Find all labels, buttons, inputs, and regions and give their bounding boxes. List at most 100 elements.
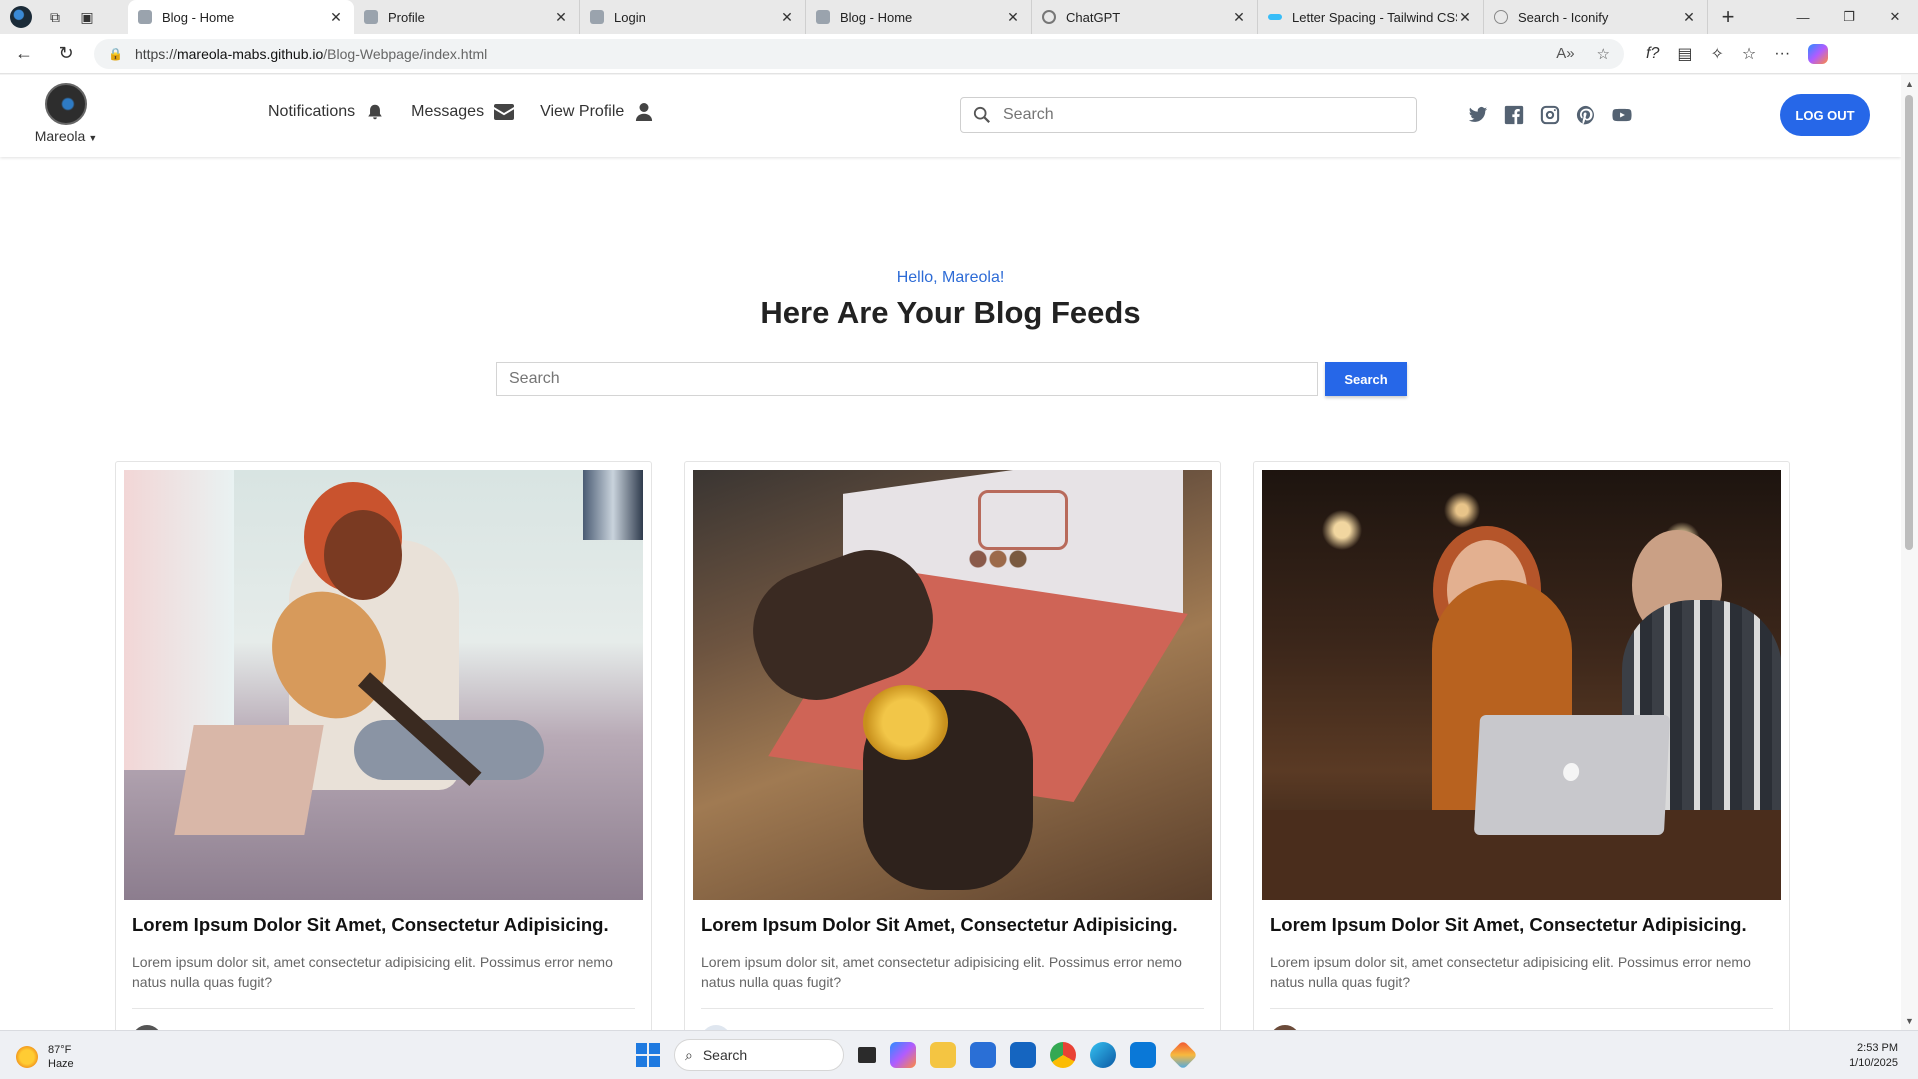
reload-icon[interactable]: ↻	[48, 36, 84, 72]
search-icon: ⌕	[685, 1046, 693, 1063]
browser-tab[interactable]: Login ✕	[580, 0, 806, 34]
browser-tab-strip: ⧉ ▣ Blog - Home ✕ Profile ✕ Login ✕ Blog…	[0, 0, 1918, 34]
address-bar-actions: A» ☆	[1556, 45, 1610, 63]
close-icon[interactable]: ✕	[779, 9, 795, 26]
blog-card-image[interactable]	[1262, 470, 1781, 900]
blog-card-title[interactable]: Lorem Ipsum Dolor Sit Amet, Consectetur …	[701, 914, 1204, 936]
os-taskbar: 87°F Haze ⌕ Search 2:53 PM 1/10/2025	[0, 1030, 1918, 1079]
weather-widget[interactable]: 87°F Haze	[16, 1043, 74, 1071]
pinterest-icon[interactable]	[1576, 105, 1596, 125]
scrollbar-thumb[interactable]	[1905, 95, 1913, 550]
favorite-star-icon[interactable]: ☆	[1597, 45, 1610, 63]
browser-tab[interactable]: Blog - Home ✕	[806, 0, 1032, 34]
twitter-icon[interactable]	[1468, 105, 1488, 125]
main-nav: Notifications Messages View Profile	[268, 103, 654, 121]
blog-card-title[interactable]: Lorem Ipsum Dolor Sit Amet, Consectetur …	[132, 914, 635, 936]
chatgpt-icon	[1042, 10, 1056, 24]
git-icon[interactable]	[1168, 1040, 1198, 1070]
blog-feed: Lorem Ipsum Dolor Sit Amet, Consectetur …	[115, 461, 1790, 1030]
divider	[132, 1008, 635, 1009]
extension-icon[interactable]: ▤	[1677, 44, 1692, 64]
browser-profile-icon[interactable]	[10, 6, 32, 28]
instagram-icon[interactable]	[1540, 105, 1560, 125]
iconify-icon	[1494, 10, 1508, 24]
windows-start-icon[interactable]	[636, 1043, 660, 1067]
taskbar-search[interactable]: ⌕ Search	[674, 1039, 844, 1071]
browser-tab[interactable]: Profile ✕	[354, 0, 580, 34]
blog-card-excerpt: Lorem ipsum dolor sit, amet consectetur …	[1270, 954, 1751, 990]
close-icon[interactable]: ✕	[328, 9, 344, 26]
vertical-tabs-icon[interactable]: ▣	[78, 8, 96, 26]
nav-messages[interactable]: Messages	[411, 103, 515, 121]
page-icon	[590, 10, 604, 24]
task-view-icon[interactable]	[858, 1047, 876, 1063]
close-window-icon[interactable]: ✕	[1872, 0, 1918, 34]
read-aloud-icon[interactable]: A»	[1556, 45, 1574, 63]
blog-card-image[interactable]	[124, 470, 643, 900]
envelope-icon	[494, 104, 515, 120]
nav-view-profile[interactable]: View Profile	[540, 103, 654, 121]
more-menu-icon[interactable]: ···	[1774, 45, 1790, 63]
feed-search-input[interactable]	[496, 362, 1318, 396]
blog-card[interactable]: Lorem Ipsum Dolor Sit Amet, Consectetur …	[115, 461, 652, 1030]
tab-title: Search - Iconify	[1518, 9, 1609, 25]
blog-card-image[interactable]	[693, 470, 1212, 900]
back-arrow-icon[interactable]: ←	[6, 36, 42, 72]
user-name[interactable]: Mareola ▼	[34, 128, 98, 144]
feed-search-button[interactable]: Search	[1325, 362, 1407, 396]
clock-time: 2:53 PM	[1857, 1042, 1898, 1054]
browser-tab[interactable]: Letter Spacing - Tailwind CSS ✕	[1258, 0, 1484, 34]
browser-tab[interactable]: Search - Iconify ✕	[1484, 0, 1708, 34]
browser-tab[interactable]: ChatGPT ✕	[1032, 0, 1258, 34]
favorites-icon[interactable]: ☆	[1742, 44, 1756, 64]
system-clock[interactable]: 2:53 PM 1/10/2025	[1849, 1041, 1898, 1071]
close-icon[interactable]: ✕	[1231, 9, 1247, 26]
close-icon[interactable]: ✕	[1005, 9, 1021, 26]
blog-card[interactable]: Lorem Ipsum Dolor Sit Amet, Consectetur …	[684, 461, 1221, 1030]
youtube-icon[interactable]	[1612, 105, 1632, 125]
divider	[1270, 1008, 1773, 1009]
nav-label: View Profile	[540, 103, 625, 120]
user-name-label: Mareola	[34, 128, 86, 144]
url-scheme: https://	[134, 45, 177, 62]
copilot-icon[interactable]	[1808, 43, 1829, 64]
lock-icon[interactable]: 🔒	[108, 47, 123, 61]
blog-card[interactable]: Lorem Ipsum Dolor Sit Amet, Consectetur …	[1253, 461, 1790, 1030]
scroll-down-icon[interactable]: ▼	[1901, 1016, 1918, 1026]
new-tab-button[interactable]: +	[1708, 4, 1748, 30]
nav-notifications[interactable]: Notifications	[268, 103, 385, 121]
blog-card-title[interactable]: Lorem Ipsum Dolor Sit Amet, Consectetur …	[1270, 914, 1773, 936]
chrome-icon[interactable]	[1050, 1042, 1076, 1068]
user-icon	[636, 103, 653, 121]
copilot-app-icon[interactable]	[890, 1042, 916, 1068]
vscode-icon[interactable]	[1130, 1042, 1156, 1068]
close-icon[interactable]: ✕	[1681, 9, 1697, 26]
store-icon[interactable]	[970, 1042, 996, 1068]
extensions-puzzle-icon[interactable]: ✧	[1710, 44, 1723, 64]
blog-card-excerpt: Lorem ipsum dolor sit, amet consectetur …	[701, 954, 1182, 990]
divider	[701, 1008, 1204, 1009]
tab-title: ChatGPT	[1066, 9, 1121, 25]
page-scrollbar[interactable]: ▲ ▼	[1901, 75, 1918, 1030]
outlook-icon[interactable]	[1010, 1042, 1036, 1068]
user-menu[interactable]: Mareola ▼	[34, 83, 98, 144]
logout-button[interactable]: LOG OUT	[1780, 94, 1870, 136]
address-bar[interactable]: 🔒 https://mareola-mabs.github.io/Blog-We…	[94, 38, 1624, 69]
avatar[interactable]	[45, 83, 87, 125]
caret-down-icon: ▼	[88, 133, 98, 143]
browser-tab[interactable]: Blog - Home ✕	[128, 0, 354, 34]
close-icon[interactable]: ✕	[1457, 9, 1473, 26]
facebook-icon[interactable]	[1504, 105, 1524, 125]
header-search-input[interactable]	[1003, 106, 1383, 124]
close-icon[interactable]: ✕	[553, 9, 569, 26]
scroll-up-icon[interactable]: ▲	[1901, 79, 1918, 89]
workspaces-icon[interactable]: ⧉	[46, 8, 64, 26]
file-explorer-icon[interactable]	[930, 1042, 956, 1068]
weather-text: 87°F Haze	[48, 1043, 74, 1071]
font-extension-icon[interactable]: f?	[1646, 45, 1659, 63]
minimize-icon[interactable]: —	[1780, 0, 1826, 34]
blog-card-excerpt: Lorem ipsum dolor sit, amet consectetur …	[132, 954, 613, 990]
tab-strip-left-controls: ⧉ ▣	[0, 6, 128, 28]
restore-icon[interactable]: ❐	[1826, 0, 1872, 34]
edge-icon[interactable]	[1090, 1042, 1116, 1068]
